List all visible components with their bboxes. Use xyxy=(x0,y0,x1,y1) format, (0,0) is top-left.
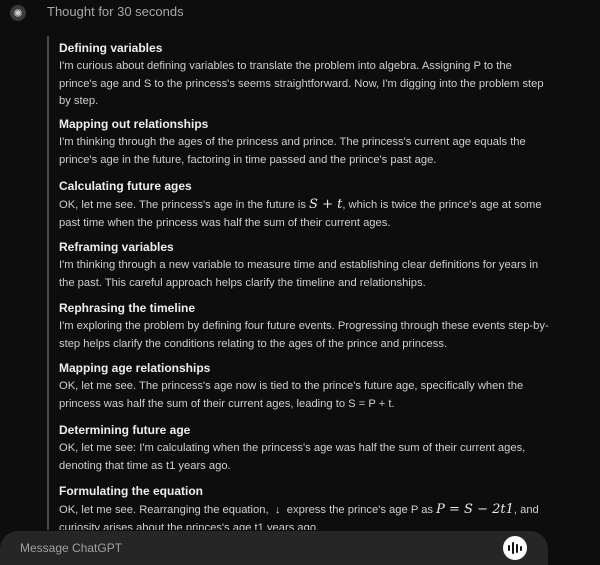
chatgpt-logo-icon: ✺ xyxy=(10,5,26,21)
section-title: Defining variables xyxy=(59,41,163,55)
body-text: OK, let me see. The princess's age in th… xyxy=(59,199,310,211)
thought-header[interactable]: ✺ Thought for 30 seconds xyxy=(0,0,600,24)
voice-waveform-icon xyxy=(520,545,522,551)
math-expression: S + t xyxy=(309,197,343,212)
section-body: OK, let me see: I'm calculating when the… xyxy=(59,442,526,472)
arrow-down-icon[interactable]: ↓ xyxy=(272,502,284,520)
voice-mode-button[interactable] xyxy=(503,536,527,560)
section-body: OK, let me see. The princess's age now i… xyxy=(59,380,524,410)
voice-waveform-icon xyxy=(516,543,518,553)
voice-waveform-icon xyxy=(512,542,514,554)
section-body: OK, let me see. Rearranging the equation… xyxy=(59,501,559,530)
voice-waveform-icon xyxy=(508,545,510,551)
section-title: Reframing variables xyxy=(59,240,174,254)
section-body: OK, let me see. The princess's age in th… xyxy=(59,196,559,232)
section-body: I'm curious about defining variables to … xyxy=(59,60,544,107)
section-title: Determining future age xyxy=(59,423,191,437)
reasoning-section: Reframing variables I'm thinking through… xyxy=(59,239,559,292)
section-title: Formulating the equation xyxy=(59,484,203,498)
reasoning-section: Formulating the equation OK, let me see.… xyxy=(59,483,559,530)
thought-duration-label[interactable]: Thought for 30 seconds xyxy=(47,4,184,19)
body-text: OK, let me see. Rearranging the equation… xyxy=(59,504,272,516)
reasoning-section: Determining future age OK, let me see: I… xyxy=(59,422,559,475)
section-title: Calculating future ages xyxy=(59,179,192,193)
section-body: I'm thinking through the ages of the pri… xyxy=(59,136,526,166)
section-body: I'm exploring the problem by defining fo… xyxy=(59,320,549,350)
reasoning-section: Mapping out relationships I'm thinking t… xyxy=(59,116,559,169)
reasoning-section: Calculating future ages OK, let me see. … xyxy=(59,178,559,232)
section-title: Rephrasing the timeline xyxy=(59,301,196,315)
body-text: express the prince's age P as xyxy=(283,504,437,516)
reasoning-section: Defining variables I'm curious about def… xyxy=(59,40,559,111)
reasoning-panel: Defining variables I'm curious about def… xyxy=(47,36,559,530)
section-body: I'm thinking through a new variable to m… xyxy=(59,259,539,289)
message-input[interactable]: Message ChatGPT xyxy=(20,541,122,555)
reasoning-section: Mapping age relationships OK, let me see… xyxy=(59,360,559,413)
reasoning-section: Rephrasing the timeline I'm exploring th… xyxy=(59,300,559,353)
section-title: Mapping age relationships xyxy=(59,361,211,375)
message-composer[interactable]: Message ChatGPT xyxy=(0,531,548,565)
section-title: Mapping out relationships xyxy=(59,117,209,131)
math-expression: P = S − 2t1 xyxy=(436,502,514,517)
